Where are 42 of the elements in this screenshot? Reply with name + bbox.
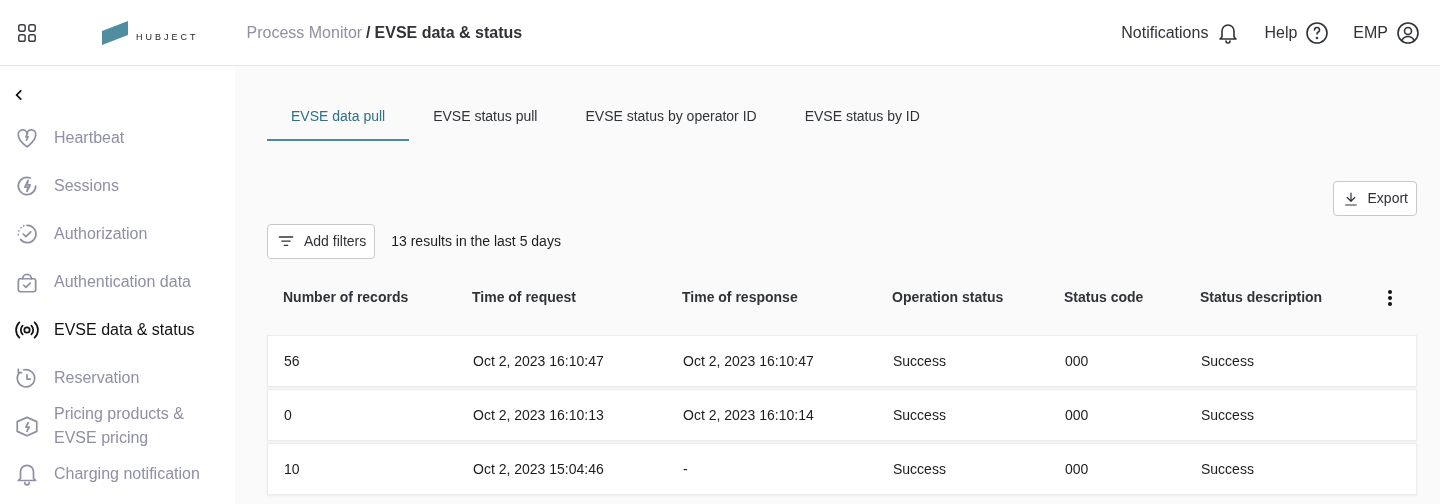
table-cell: Success <box>1201 407 1254 423</box>
dashed-check-circle-icon <box>14 221 40 247</box>
add-filters-button[interactable]: Add filters <box>267 224 376 259</box>
tab[interactable]: EVSE status by ID <box>780 92 944 141</box>
header-notifications-button[interactable]: Notifications <box>1121 20 1241 45</box>
tab[interactable]: EVSE status by operator ID <box>561 92 781 141</box>
export-button[interactable]: Export <box>1332 181 1417 216</box>
table-cell: 000 <box>1065 353 1089 369</box>
table-cell: 10 <box>284 461 300 477</box>
header-help-button[interactable]: Help <box>1264 20 1330 45</box>
table-cell: - <box>683 461 688 477</box>
column-header: Time of request <box>472 289 576 305</box>
result-count: 13 results in the last 5 days <box>391 232 561 251</box>
tab[interactable]: EVSE status pull <box>409 92 562 141</box>
user-icon <box>1396 20 1420 45</box>
table-cell: Success <box>893 461 946 477</box>
table-cell: Oct 2, 2023 16:10:13 <box>473 407 604 423</box>
table-cell: Oct 2, 2023 16:10:47 <box>473 353 604 369</box>
column-header: Status code <box>1064 289 1144 305</box>
breadcrumb-current: EVSE data & status <box>374 22 523 43</box>
column-header: Status description <box>1200 289 1323 305</box>
table-cell: 56 <box>284 353 300 369</box>
table-cell: 000 <box>1065 461 1089 477</box>
table-cell: Oct 2, 2023 15:04:46 <box>473 461 604 477</box>
breadcrumb-separator: / <box>366 22 371 43</box>
column-header: Operation status <box>892 289 1004 305</box>
column-header: Time of response <box>682 289 798 305</box>
header-account-button[interactable]: EMP <box>1353 20 1420 45</box>
tab[interactable]: EVSE data pull <box>267 92 410 141</box>
help-icon <box>1305 20 1330 45</box>
table-cell: 000 <box>1065 407 1089 423</box>
table-cell: Oct 2, 2023 16:10:47 <box>683 353 814 369</box>
table-cell: 0 <box>284 407 292 423</box>
logo-mark <box>102 20 128 45</box>
table-cell: Success <box>1201 353 1254 369</box>
column-header: Number of records <box>283 289 409 305</box>
table-cell: Success <box>893 353 946 369</box>
table-cell: Oct 2, 2023 16:10:14 <box>683 407 814 423</box>
table-cell: Success <box>893 407 946 423</box>
logo-text: HUBJECT <box>136 31 199 44</box>
table-cell: Success <box>1201 461 1254 477</box>
sidebar-item[interactable]: EVSE data & status <box>4 306 235 354</box>
